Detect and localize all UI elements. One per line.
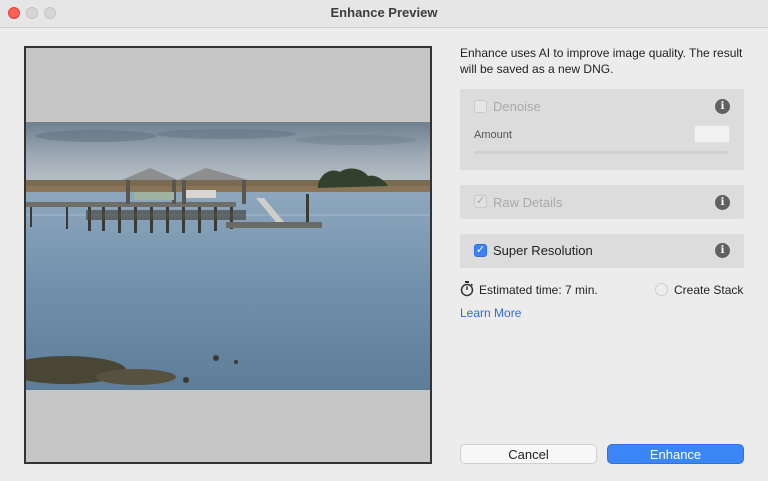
create-stack-checkbox[interactable] — [655, 283, 668, 296]
raw-details-label: Raw Details — [493, 195, 563, 210]
stopwatch-icon — [460, 281, 474, 297]
raw-details-info-icon[interactable]: i — [715, 195, 730, 210]
denoise-info-icon[interactable]: i — [715, 99, 730, 114]
enhance-preview-window: Enhance Preview Enhance uses AI to impro… — [0, 0, 768, 481]
lake-pier-photo — [26, 122, 430, 390]
amount-value-field[interactable] — [694, 125, 730, 143]
super-resolution-label: Super Resolution — [493, 243, 593, 258]
amount-slider[interactable] — [474, 151, 728, 154]
super-resolution-info-icon[interactable]: i — [715, 243, 730, 258]
window-title: Enhance Preview — [330, 5, 438, 20]
create-stack-label: Create Stack — [674, 283, 744, 297]
super-resolution-checkbox[interactable]: ✓ — [474, 244, 487, 257]
denoise-panel: Denoise i Amount — [460, 89, 744, 170]
super-resolution-panel: ✓ Super Resolution i — [460, 234, 744, 268]
cancel-button[interactable]: Cancel — [460, 444, 597, 464]
raw-details-panel: ✓ Raw Details i — [460, 185, 744, 219]
estimated-time-text: Estimated time: 7 min. — [479, 283, 598, 297]
amount-label: Amount — [474, 129, 512, 141]
raw-details-checkbox[interactable]: ✓ — [474, 195, 487, 208]
description-text: Enhance uses AI to improve image quality… — [460, 46, 743, 76]
title-bar: Enhance Preview — [0, 0, 768, 28]
enhance-button[interactable]: Enhance — [607, 444, 744, 464]
denoise-label: Denoise — [493, 99, 541, 114]
learn-more-link[interactable]: Learn More — [460, 306, 521, 320]
preview-photo — [26, 122, 430, 390]
image-preview — [24, 46, 432, 464]
denoise-checkbox[interactable] — [474, 100, 487, 113]
